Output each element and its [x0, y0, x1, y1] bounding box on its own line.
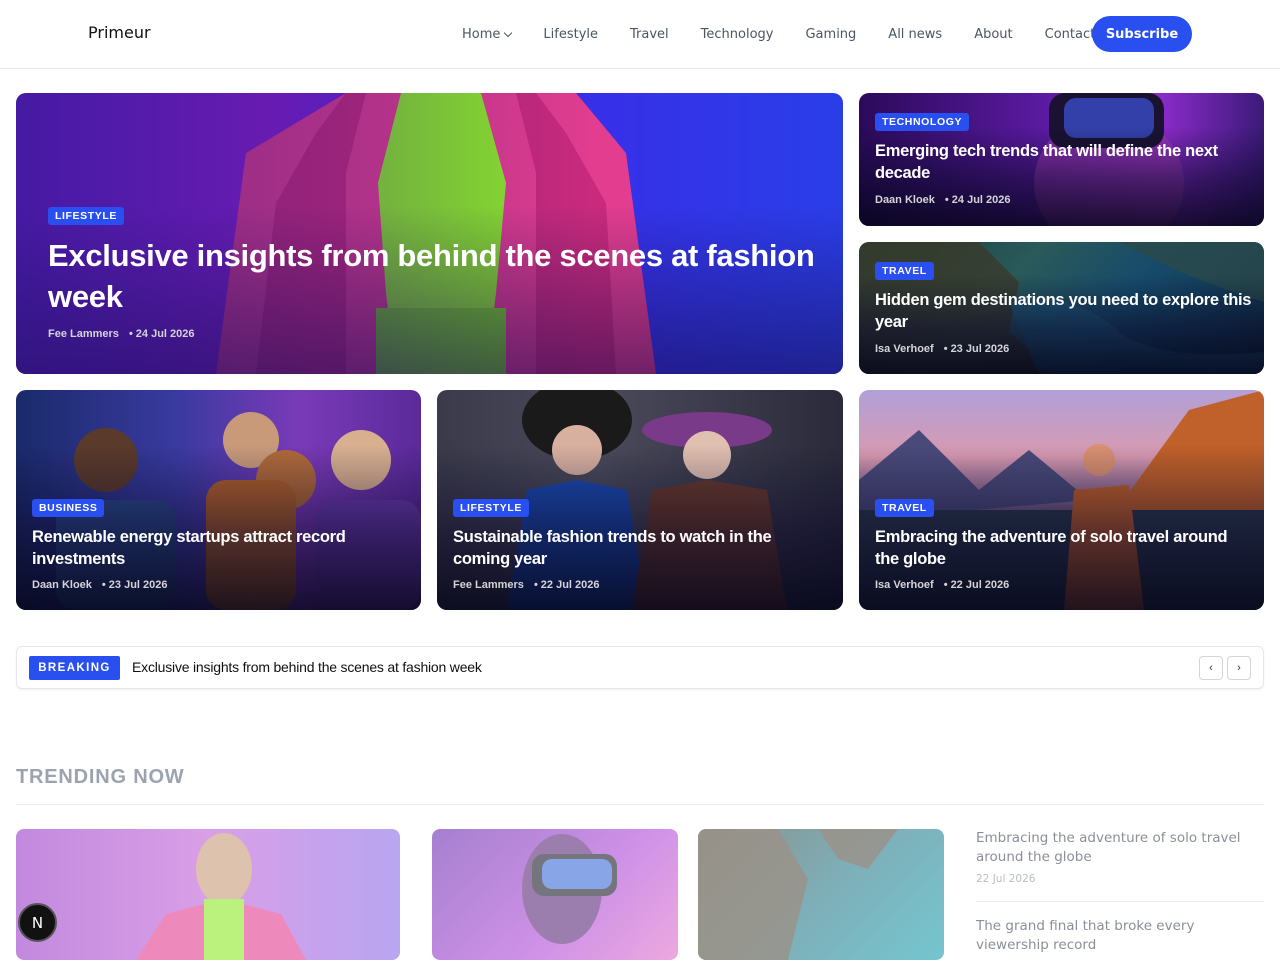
- main-nav: Home Lifestyle Travel Technology Gaming …: [446, 0, 1111, 68]
- site-header: Primeur Home Lifestyle Travel Technology…: [0, 0, 1280, 69]
- breaking-news-bar: BREAKING Exclusive insights from behind …: [16, 646, 1264, 689]
- side-card-title[interactable]: Hidden gem destinations you need to expl…: [875, 289, 1255, 333]
- row-card-business[interactable]: BUSINESS Renewable energy startups attra…: [16, 390, 421, 610]
- side-card-author: Isa Verhoef: [875, 343, 934, 355]
- side-card-technology[interactable]: TECHNOLOGY Emerging tech trends that wil…: [859, 93, 1264, 226]
- row-card-lifestyle[interactable]: LIFESTYLE Sustainable fashion trends to …: [437, 390, 843, 610]
- nav-gaming[interactable]: Gaming: [789, 27, 872, 42]
- breaking-prev-button[interactable]: ‹: [1199, 656, 1223, 680]
- hero-title[interactable]: Exclusive insights from behind the scene…: [48, 235, 818, 317]
- trending-side-item-title[interactable]: Embracing the adventure of solo travel a…: [976, 829, 1264, 867]
- row-card-date: 23 Jul 2026: [102, 579, 168, 591]
- hero-category-badge[interactable]: LIFESTYLE: [48, 207, 124, 225]
- row-card-category-badge[interactable]: LIFESTYLE: [453, 499, 529, 517]
- breaking-badge: BREAKING: [29, 656, 120, 680]
- nav-home-label: Home: [462, 26, 501, 42]
- trending-image-fashion[interactable]: [16, 829, 400, 960]
- subscribe-button[interactable]: Subscribe: [1092, 16, 1192, 52]
- row-card-title[interactable]: Embracing the adventure of solo travel a…: [875, 526, 1245, 570]
- side-card-date: 24 Jul 2026: [945, 194, 1011, 206]
- nav-lifestyle[interactable]: Lifestyle: [527, 27, 614, 42]
- breaking-next-button[interactable]: ›: [1227, 656, 1251, 680]
- side-card-meta: Daan Kloek 24 Jul 2026: [875, 194, 1011, 206]
- site-logo[interactable]: Primeur: [88, 23, 151, 42]
- row-card-author: Daan Kloek: [32, 579, 92, 591]
- dev-tools-badge[interactable]: N: [18, 903, 57, 942]
- row-card-date: 22 Jul 2026: [534, 579, 600, 591]
- nav-home[interactable]: Home: [446, 27, 527, 42]
- nav-travel[interactable]: Travel: [614, 27, 685, 42]
- row-card-category-badge[interactable]: TRAVEL: [875, 499, 934, 517]
- row-card-meta: Daan Kloek 23 Jul 2026: [32, 579, 168, 591]
- hero-card[interactable]: LIFESTYLE Exclusive insights from behind…: [16, 93, 843, 374]
- trending-divider: [16, 804, 1264, 805]
- nav-all-news[interactable]: All news: [872, 27, 958, 42]
- nav-technology[interactable]: Technology: [685, 27, 790, 42]
- trending-image-coast[interactable]: [698, 829, 944, 960]
- trending-side-item-date: 22 Jul 2026: [976, 873, 1036, 885]
- side-card-title[interactable]: Emerging tech trends that will define th…: [875, 140, 1245, 184]
- side-card-author: Daan Kloek: [875, 194, 935, 206]
- row-card-author: Isa Verhoef: [875, 579, 934, 591]
- side-card-category-badge[interactable]: TECHNOLOGY: [875, 113, 970, 131]
- row-card-category-badge[interactable]: BUSINESS: [32, 499, 105, 517]
- trending-side-separator: [976, 901, 1264, 902]
- row-card-title[interactable]: Renewable energy startups attract record…: [32, 526, 402, 570]
- row-card-title[interactable]: Sustainable fashion trends to watch in t…: [453, 526, 823, 570]
- row-card-travel[interactable]: TRAVEL Embracing the adventure of solo t…: [859, 390, 1264, 610]
- trending-section-title: TRENDING NOW: [16, 766, 185, 788]
- row-card-date: 22 Jul 2026: [944, 579, 1010, 591]
- side-card-date: 23 Jul 2026: [944, 343, 1010, 355]
- row-card-meta: Isa Verhoef 22 Jul 2026: [875, 579, 1009, 591]
- side-card-meta: Isa Verhoef 23 Jul 2026: [875, 343, 1009, 355]
- side-card-category-badge[interactable]: TRAVEL: [875, 262, 934, 280]
- breaking-headline[interactable]: Exclusive insights from behind the scene…: [132, 659, 482, 675]
- side-card-travel[interactable]: TRAVEL Hidden gem destinations you need …: [859, 242, 1264, 374]
- row-card-meta: Fee Lammers 22 Jul 2026: [453, 579, 600, 591]
- row-card-author: Fee Lammers: [453, 579, 524, 591]
- trending-side-item-title[interactable]: The grand final that broke every viewers…: [976, 917, 1264, 955]
- hero-meta: Fee Lammers 24 Jul 2026: [48, 328, 195, 340]
- hero-author: Fee Lammers: [48, 328, 119, 340]
- hero-date: 24 Jul 2026: [129, 328, 195, 340]
- nav-about[interactable]: About: [958, 27, 1028, 42]
- chevron-down-icon: [504, 28, 513, 37]
- trending-image-vr[interactable]: [432, 829, 678, 960]
